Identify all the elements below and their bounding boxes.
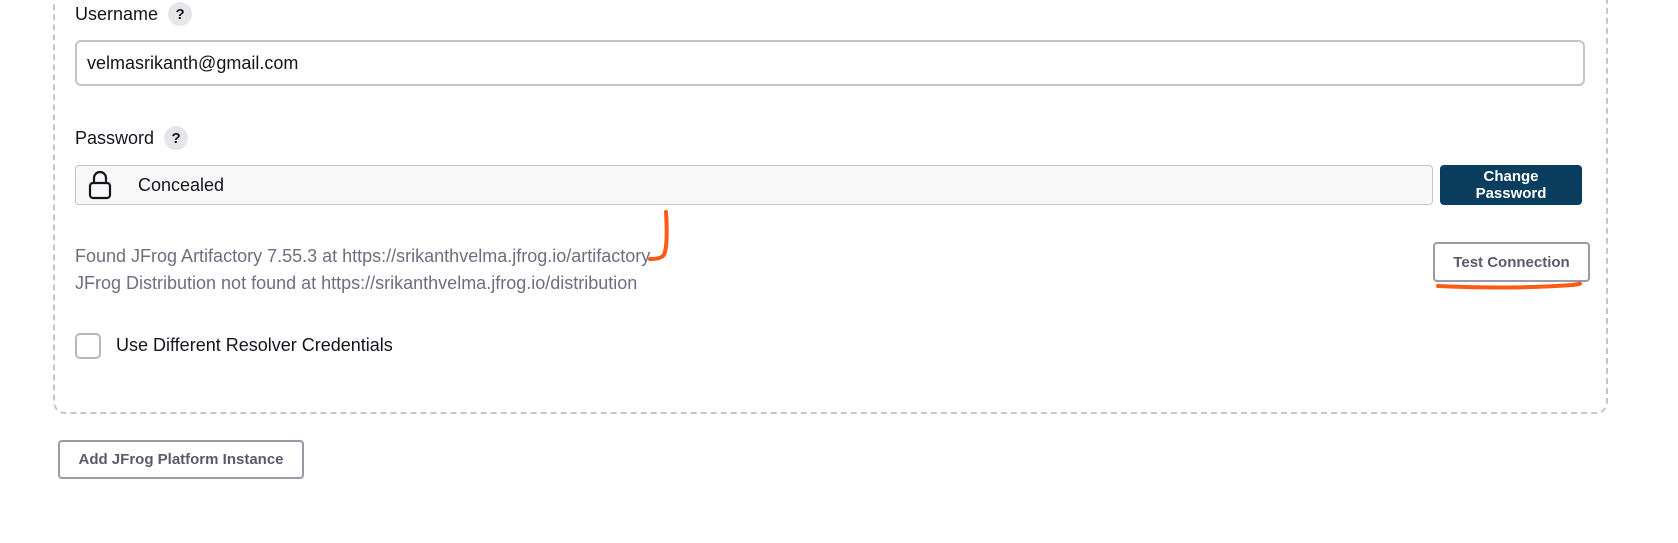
distribution-status-text: JFrog Distribution not found at https://… [75,273,638,293]
resolver-credentials-checkbox[interactable] [75,333,101,359]
lock-icon [86,169,114,201]
password-label: Password [75,127,155,148]
artifactory-status-text: Found JFrog Artifactory 7.55.3 at https:… [75,246,651,266]
change-password-button[interactable]: Change Password [1440,165,1582,205]
test-connection-button[interactable]: Test Connection [1433,242,1590,282]
password-label-row: Password ? [75,126,189,150]
username-help-button[interactable]: ? [168,2,193,26]
concealed-text: Concealed [138,174,225,195]
username-input[interactable] [75,40,1585,86]
password-help-button[interactable]: ? [164,126,189,150]
username-label-row: Username ? [75,2,193,26]
password-concealed-field: Concealed [75,165,1433,205]
resolver-credentials-label[interactable]: Use Different Resolver Credentials [116,335,393,356]
add-jfrog-platform-instance-button[interactable]: Add JFrog Platform Instance [58,440,304,479]
username-label: Username [75,3,159,24]
